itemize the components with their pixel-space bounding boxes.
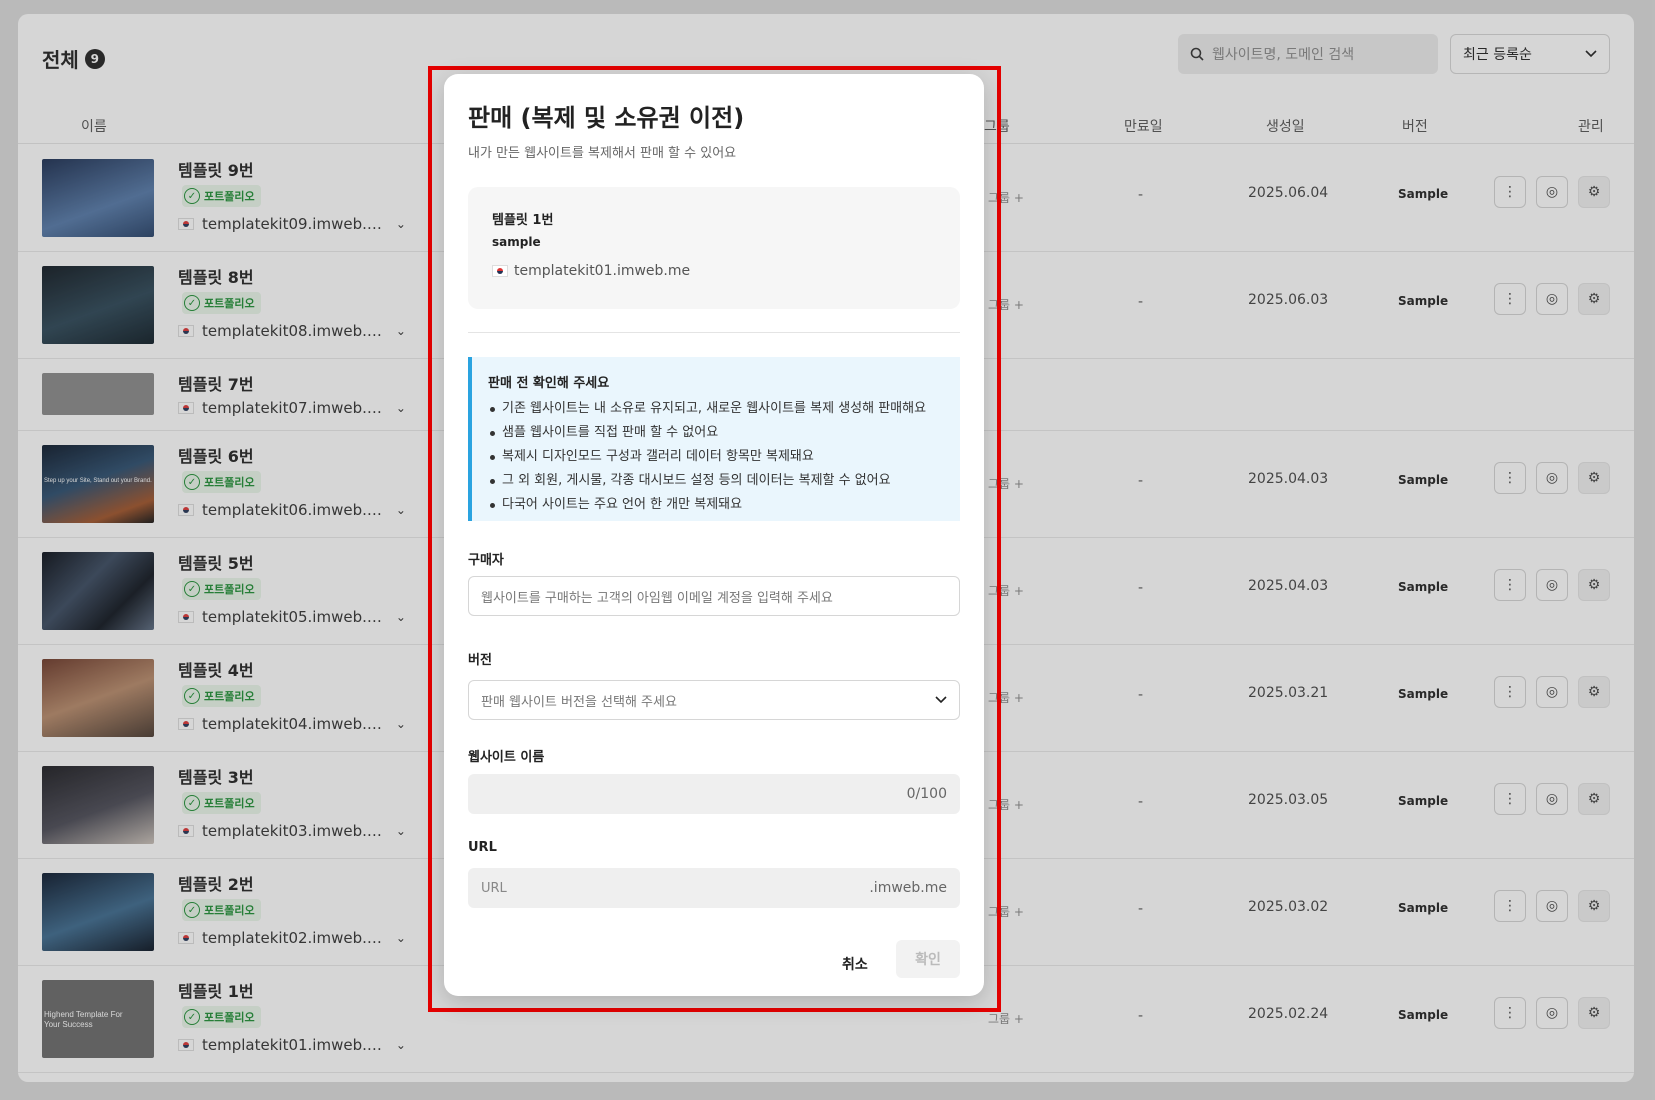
korea-flag-icon: [492, 265, 508, 277]
source-site-domain: templatekit01.imweb.me: [492, 263, 690, 279]
buyer-label: 구매자: [468, 553, 504, 568]
site-name-input[interactable]: 0/100: [468, 774, 960, 814]
divider: [468, 332, 960, 333]
source-site-name: 템플릿 1번: [492, 213, 554, 228]
site-name-label: 웹사이트 이름: [468, 750, 545, 765]
chevron-down-icon: [935, 696, 947, 704]
source-site-version: sample: [492, 235, 541, 249]
char-counter: 0/100: [906, 786, 947, 802]
cancel-button[interactable]: 취소: [842, 954, 868, 974]
buyer-placeholder: 웹사이트를 구매하는 고객의 아임웹 이메일 계정을 입력해 주세요: [481, 590, 833, 606]
notice-item: 기존 웹사이트는 내 소유로 유지되고, 새로운 웹사이트를 복제 생성해 판매…: [488, 397, 944, 421]
source-site-card: 템플릿 1번 sample templatekit01.imweb.me: [468, 187, 960, 309]
version-select[interactable]: 판매 웹사이트 버전을 선택해 주세요: [468, 680, 960, 720]
notice-box: 판매 전 확인해 주세요 기존 웹사이트는 내 소유로 유지되고, 새로운 웹사…: [468, 357, 960, 521]
url-suffix: .imweb.me: [869, 880, 947, 896]
confirm-button[interactable]: 확인: [896, 940, 960, 978]
dialog-title: 판매 (복제 및 소유권 이전): [468, 104, 745, 132]
version-placeholder: 판매 웹사이트 버전을 선택해 주세요: [481, 694, 677, 710]
url-input[interactable]: URL .imweb.me: [468, 868, 960, 908]
notice-item: 샘플 웹사이트를 직접 판매 할 수 없어요: [488, 421, 944, 445]
buyer-email-input[interactable]: 웹사이트를 구매하는 고객의 아임웹 이메일 계정을 입력해 주세요: [468, 576, 960, 616]
version-label: 버전: [468, 653, 492, 668]
sell-dialog: 판매 (복제 및 소유권 이전) 내가 만든 웹사이트를 복제해서 판매 할 수…: [444, 74, 984, 996]
notice-list: 기존 웹사이트는 내 소유로 유지되고, 새로운 웹사이트를 복제 생성해 판매…: [488, 397, 944, 517]
notice-item: 그 외 회원, 게시물, 각종 대시보드 설정 등의 데이터는 복제할 수 없어…: [488, 469, 944, 493]
url-label: URL: [468, 840, 497, 855]
notice-item: 복제시 디자인모드 구성과 갤러리 데이터 항목만 복제돼요: [488, 445, 944, 469]
dialog-subtitle: 내가 만든 웹사이트를 복제해서 판매 할 수 있어요: [468, 146, 737, 161]
source-domain-text: templatekit01.imweb.me: [514, 263, 691, 279]
notice-title: 판매 전 확인해 주세요: [488, 376, 610, 391]
url-placeholder: URL: [481, 880, 507, 896]
notice-item: 다국어 사이트는 주요 언어 한 개만 복제돼요: [488, 493, 944, 517]
